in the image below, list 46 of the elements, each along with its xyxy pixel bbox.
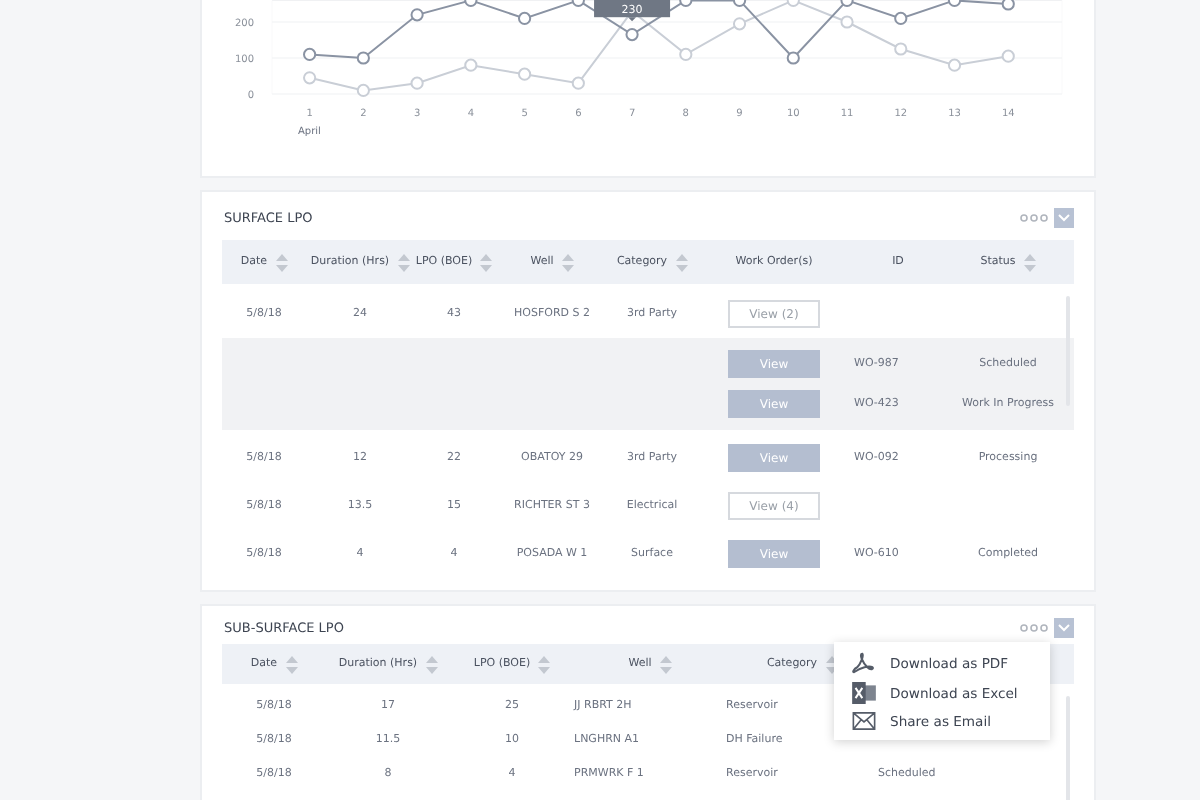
sort-icon[interactable] [659,655,672,673]
sort-icon[interactable] [397,253,410,271]
sort-icon[interactable] [538,655,551,673]
sort-icon[interactable] [425,655,438,673]
data-point[interactable] [571,76,585,90]
data-point[interactable] [571,0,585,7]
data-point[interactable] [732,0,747,7]
collapse-button[interactable] [1054,208,1074,228]
data-point[interactable] [894,11,908,25]
data-point[interactable] [786,0,800,7]
data-point[interactable] [303,47,317,61]
data-point[interactable] [679,47,693,61]
data-point[interactable] [1001,49,1015,63]
data-point[interactable] [786,51,800,65]
data-point[interactable] [464,58,478,72]
data-point[interactable] [840,15,854,29]
data-point[interactable] [518,67,532,81]
data-point[interactable] [464,0,478,7]
sort-icon[interactable] [675,253,688,271]
sort-icon[interactable] [480,253,493,271]
data-point[interactable] [947,58,962,72]
data-point[interactable] [679,0,693,7]
sort-icon[interactable] [561,253,574,271]
data-point[interactable] [356,51,370,65]
sort-icon[interactable] [1023,253,1036,271]
data-point[interactable] [840,0,854,7]
sort-icon[interactable] [285,655,298,673]
data-point[interactable] [894,42,908,56]
collapse-button[interactable] [1054,617,1074,637]
data-point[interactable] [356,83,370,97]
data-point[interactable] [625,28,639,42]
data-point[interactable] [947,0,962,7]
sort-icon[interactable] [275,253,288,271]
data-point[interactable] [1001,0,1015,11]
chevron-down-icon [1058,623,1070,631]
excel-icon [852,682,876,704]
pdf-icon [852,652,876,674]
data-point[interactable] [410,76,424,90]
chevron-down-icon [1058,214,1070,222]
data-point[interactable] [410,8,424,22]
data-point[interactable] [732,17,747,31]
email-icon [852,712,876,730]
data-point[interactable] [518,11,532,25]
data-point[interactable] [303,71,317,85]
more-icon[interactable] [1020,623,1048,631]
more-icon[interactable] [1020,214,1048,222]
